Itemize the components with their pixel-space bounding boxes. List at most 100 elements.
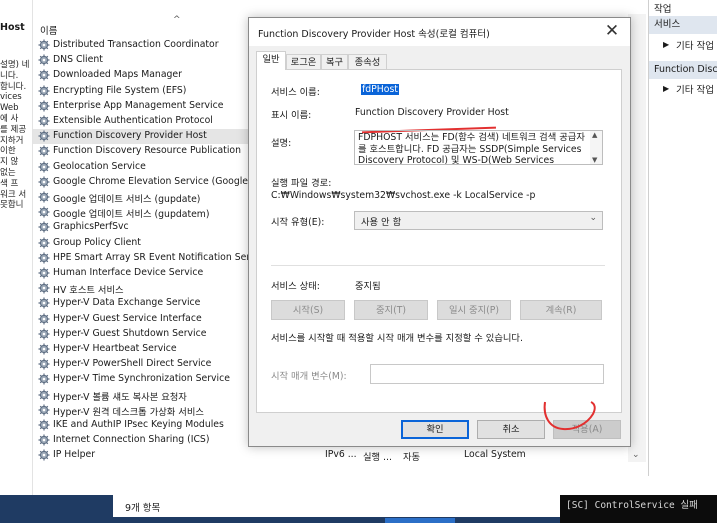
gear-icon — [38, 161, 50, 173]
general-tab-panel: 서비스 이름: fdPHost 표시 이름: Function Discover… — [256, 69, 622, 413]
actions-section-service[interactable]: Function Disco — [649, 61, 717, 79]
service-status: 실행 ... — [363, 452, 392, 464]
gear-icon — [38, 176, 50, 188]
pause-button[interactable]: 일시 중지(P) — [437, 300, 511, 320]
dialog-titlebar[interactable]: Function Discovery Provider Host 속성(로컬 컴… — [249, 18, 630, 46]
startup-type-select[interactable]: 사용 안 함 ⌄ — [354, 211, 603, 230]
service-name: Hyper-V Data Exchange Service — [53, 297, 201, 309]
left-header: Host — [0, 22, 25, 33]
close-icon[interactable]: ✕ — [601, 20, 623, 42]
scroll-down-icon[interactable]: ▼ — [592, 156, 597, 164]
cancel-button[interactable]: 취소 — [477, 420, 545, 439]
gear-icon — [38, 267, 50, 279]
service-status-label: 서비스 상태: — [271, 281, 320, 292]
ok-button[interactable]: 확인 — [401, 420, 469, 439]
chevron-right-icon: ▶ — [663, 40, 670, 49]
service-description: IPv6 ... — [325, 449, 357, 461]
service-name: IKE and AuthIP IPsec Keying Modules — [53, 419, 224, 430]
gear-icon — [38, 85, 50, 97]
gear-icon — [38, 434, 50, 446]
table-row[interactable]: IP Helper IPv6 ... 실행 ... 자동 Local System — [33, 448, 645, 463]
actions-pane: 작업 서비스 ▶ 기타 작업 Function Disco ▶ 기타 작업 — [648, 0, 717, 476]
gear-icon — [38, 115, 50, 127]
gear-icon — [38, 313, 50, 325]
service-name: Google Chrome Elevation Service (GoogleC… — [53, 175, 270, 187]
description-fragment: 없는 — [0, 168, 16, 178]
description-label: 설명: — [271, 138, 292, 149]
service-startup: 자동 — [403, 452, 421, 464]
chevron-right-icon: ▶ — [663, 84, 670, 93]
service-name: Hyper-V Guest Service Interface — [53, 312, 202, 324]
service-name: Geolocation Service — [53, 160, 146, 172]
start-button[interactable]: 시작(S) — [271, 300, 345, 320]
service-name: Distributed Transaction Coordinator — [53, 39, 219, 50]
tab-logon[interactable]: 로그온 — [286, 54, 321, 69]
description-fragment: 를 제공 — [0, 124, 27, 135]
tab-dependencies[interactable]: 종속성 — [348, 54, 387, 69]
path-value: C:₩Windows₩system32₩svchost.exe -k Local… — [271, 190, 536, 201]
service-name: Hyper-V PowerShell Direct Service — [53, 358, 212, 370]
service-name: Group Policy Client — [53, 236, 141, 248]
service-name: Function Discovery Resource Publication — [53, 145, 241, 157]
gear-icon — [38, 419, 50, 431]
actions-more-2[interactable]: 기타 작업 — [676, 82, 714, 96]
startup-type-value: 사용 안 함 — [361, 217, 402, 228]
description-fragment: 못합니 — [0, 200, 24, 211]
service-properties-dialog: Function Discovery Provider Host 속성(로컬 컴… — [248, 17, 631, 447]
display-name-value[interactable]: Function Discovery Provider Host — [355, 107, 509, 118]
gear-icon — [38, 343, 50, 355]
service-name-value[interactable]: fdPHost — [361, 84, 399, 95]
description-fragment: 합니다. — [0, 81, 27, 92]
description-box[interactable]: FDPHOST 서비스는 FD(함수 검색) 네트워크 검색 공급자를 호스트합… — [354, 130, 603, 165]
gear-icon — [38, 221, 50, 233]
chevron-down-icon: ⌄ — [589, 213, 597, 223]
service-name: HPE Smart Array SR Event Notification Se… — [53, 251, 270, 263]
item-count: 9개 항목 — [125, 503, 161, 514]
scroll-down-icon[interactable]: ⌄ — [632, 450, 640, 460]
start-params-hint: 서비스를 시작할 때 적용할 시작 매개 변수를 지정할 수 있습니다. — [271, 333, 523, 344]
tab-recovery[interactable]: 복구 — [321, 54, 348, 69]
actions-more-1[interactable]: 기타 작업 — [676, 38, 714, 52]
tab-general[interactable]: 일반 — [256, 51, 286, 70]
service-name: Enterprise App Management Service — [53, 99, 224, 111]
console-output: [SC] ControlService 실패 — [566, 500, 698, 511]
service-name: Hyper-V Heartbeat Service — [53, 343, 177, 354]
description-text: FDPHOST 서비스는 FD(함수 검색) 네트워크 검색 공급자를 호스트합… — [358, 132, 585, 165]
gear-icon — [38, 389, 50, 401]
service-name: Hyper-V Time Synchronization Service — [53, 373, 230, 385]
description-scrollbar[interactable]: ▲ ▼ — [590, 131, 602, 164]
service-name: Hyper-V Guest Shutdown Service — [53, 327, 207, 339]
gear-icon — [38, 191, 50, 203]
dialog-title: Function Discovery Provider Host 속성(로컬 컴… — [258, 29, 490, 40]
stop-button[interactable]: 중지(T) — [354, 300, 428, 320]
service-name: Extensible Authentication Protocol — [53, 115, 213, 126]
description-column-strip: Host 설명) 네 니다. 합니다. vices Web 에 사를 제공 지하거 이한 지 않… — [0, 0, 33, 495]
red-annotation-scribble — [543, 401, 596, 431]
actions-section-services[interactable]: 서비스 — [649, 16, 717, 34]
service-name: Internet Connection Sharing (ICS) — [53, 434, 210, 446]
start-params-input[interactable] — [370, 364, 604, 384]
gear-icon — [38, 39, 50, 51]
description-fragment: 색 프 — [0, 178, 19, 189]
service-status-value: 중지됨 — [355, 281, 381, 292]
gear-icon — [38, 69, 50, 81]
partial-button[interactable] — [385, 518, 455, 523]
service-logon: Local System — [464, 449, 526, 461]
scroll-up-icon[interactable]: ▲ — [592, 131, 597, 139]
description-fragment: 워크 서 — [0, 189, 27, 200]
console-window[interactable]: [SC] ControlService 실패 — [560, 495, 717, 523]
gear-icon — [38, 237, 50, 249]
gear-icon — [38, 145, 50, 157]
column-header-name[interactable]: 이름 — [40, 23, 57, 37]
resume-button[interactable]: 계속(R) — [520, 300, 602, 320]
sort-ascending-icon: ^ — [173, 15, 181, 25]
description-fragment: vices — [0, 92, 22, 103]
description-fragment: 지하거 — [0, 135, 24, 146]
actions-title: 작업 — [654, 4, 672, 15]
service-name: IP Helper — [53, 449, 96, 461]
service-name: Google 업데이트 서비스 (gupdate) — [53, 194, 201, 205]
gear-icon — [38, 358, 50, 370]
service-name: DNS Client — [53, 54, 103, 66]
gear-icon — [38, 373, 50, 385]
service-name: Hyper-V 볼륨 섀도 복사본 요청자 — [53, 391, 187, 403]
